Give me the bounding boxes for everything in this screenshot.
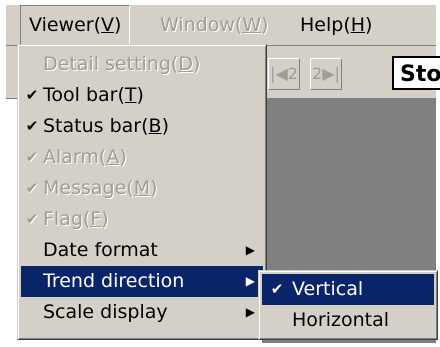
menu-item-trend-direction[interactable]: Trend direction ▶ (21, 266, 263, 297)
check-icon: ✔ (25, 148, 39, 166)
menu-item-detail-setting[interactable]: Detail setting(D) (21, 49, 263, 80)
menu-help[interactable]: Help(H) (292, 5, 380, 45)
trend-direction-submenu: ✔ Vertical Horizontal (258, 270, 438, 340)
submenu-item-horizontal[interactable]: Horizontal (262, 305, 434, 336)
check-icon: ✔ (25, 210, 39, 228)
nav-prev-icon: |◀ (270, 64, 288, 83)
nav-next-button[interactable]: 2▶| (310, 58, 342, 90)
check-icon: ✔ (25, 179, 39, 197)
viewer-menu-dropdown: Detail setting(D) ✔ Tool bar(T) ✔ Status… (17, 44, 267, 340)
status-box: Sto (392, 56, 440, 90)
menu-window[interactable]: Window(W) (152, 5, 277, 45)
toolbar-edge (6, 46, 16, 98)
menu-item-tool-bar[interactable]: ✔ Tool bar(T) (21, 80, 263, 111)
check-icon: ✔ (25, 117, 39, 135)
menu-help-label: Help (300, 14, 344, 36)
menu-window-label: Window (160, 14, 235, 36)
submenu-arrow-icon: ▶ (245, 274, 255, 288)
submenu-item-vertical[interactable]: ✔ Vertical (262, 274, 434, 305)
submenu-arrow-icon: ▶ (245, 243, 255, 257)
menu-viewer-label: Viewer (29, 14, 94, 36)
check-icon: ✔ (270, 280, 284, 298)
menu-item-status-bar[interactable]: ✔ Status bar(B) (21, 111, 263, 142)
nav-next-icon: ▶| (322, 64, 340, 83)
menu-item-flag[interactable]: ✔ Flag(F) (21, 204, 263, 235)
submenu-arrow-icon: ▶ (245, 305, 255, 319)
menu-viewer[interactable]: Viewer(V) (20, 5, 131, 45)
menu-item-scale-display[interactable]: Scale display ▶ (21, 297, 263, 328)
menu-item-message[interactable]: ✔ Message(M) (21, 173, 263, 204)
menu-item-date-format[interactable]: Date format ▶ (21, 235, 263, 266)
check-icon: ✔ (25, 86, 39, 104)
menu-item-alarm[interactable]: ✔ Alarm(A) (21, 142, 263, 173)
nav-prev-button[interactable]: |◀2 (268, 58, 300, 90)
menu-bar: Viewer(V) Window(W) Help(H) (6, 5, 436, 46)
